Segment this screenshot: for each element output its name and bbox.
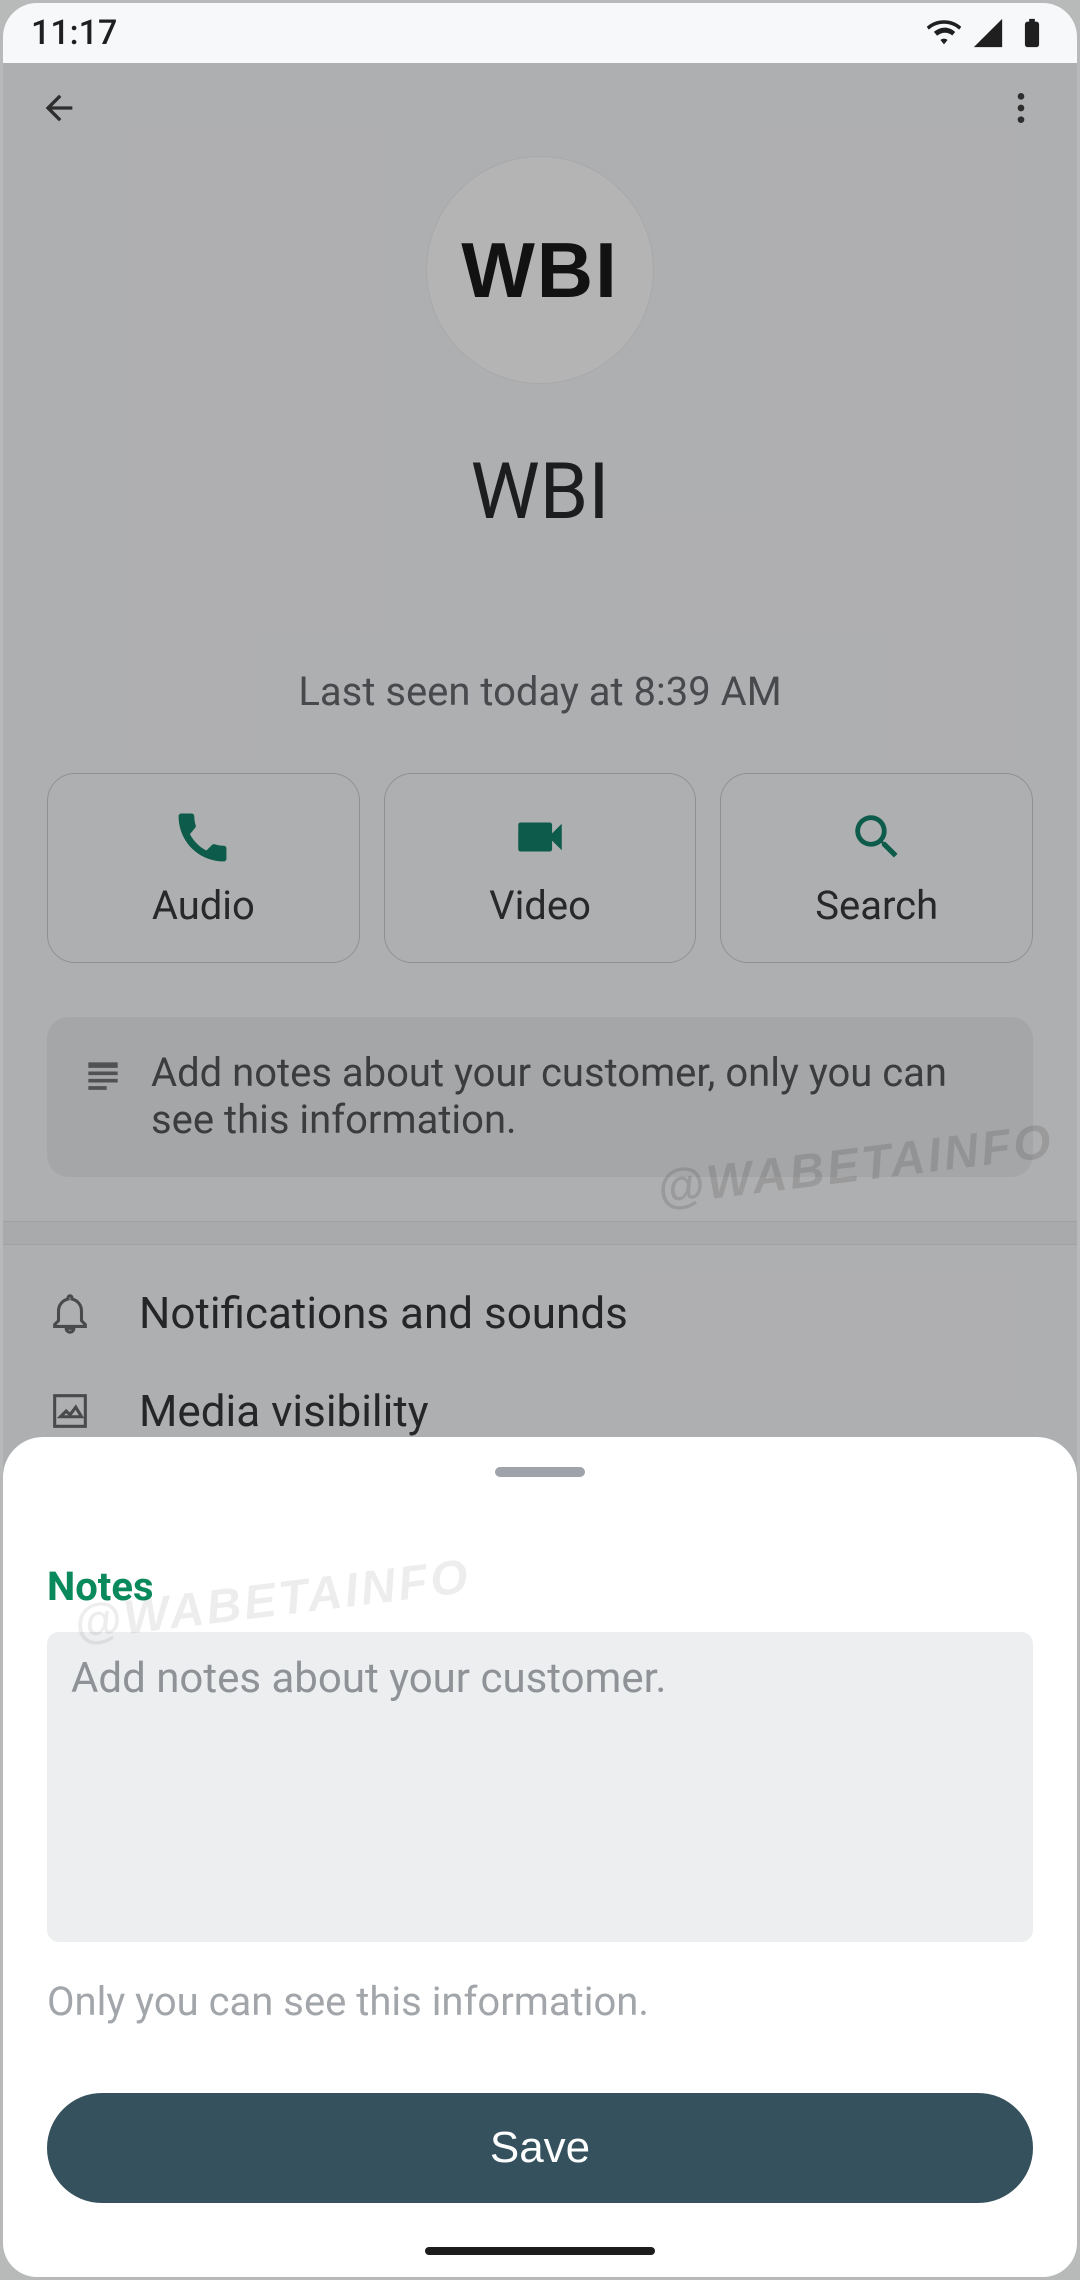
- sheet-grab-handle[interactable]: [495, 1467, 585, 1477]
- avatar-text: WBI: [461, 225, 619, 316]
- phone-icon: [174, 808, 232, 866]
- media-visibility-label: Media visibility: [139, 1385, 429, 1437]
- search-icon: [848, 808, 906, 866]
- audio-label: Audio: [152, 882, 255, 929]
- content: WBI WBI Last seen today at 8:39 AM Audio…: [3, 63, 1077, 2277]
- arrow-left-icon: [39, 88, 79, 128]
- status-time: 11:17: [31, 13, 117, 53]
- more-vert-icon: [1001, 88, 1041, 128]
- status-bar: 11:17: [3, 3, 1077, 63]
- top-bar: [3, 63, 1077, 153]
- sheet-hint: Only you can see this information.: [47, 1978, 1033, 2025]
- video-label: Video: [489, 882, 591, 929]
- action-row: Audio Video Search: [3, 773, 1077, 963]
- overflow-button[interactable]: [989, 76, 1053, 140]
- notes-banner[interactable]: Add notes about your customer, only you …: [47, 1017, 1033, 1177]
- screen: 11:17 WBI WBI Last seen today at 8:39 AM: [3, 3, 1077, 2277]
- audio-call-button[interactable]: Audio: [47, 773, 360, 963]
- notes-bottom-sheet: @WABETAINFO Notes Only you can see this …: [3, 1437, 1077, 2277]
- bell-icon: [47, 1290, 93, 1336]
- search-label: Search: [815, 882, 938, 929]
- avatar[interactable]: WBI: [427, 157, 653, 383]
- video-icon: [511, 808, 569, 866]
- sheet-title: Notes: [47, 1563, 1033, 1610]
- battery-icon: [1015, 16, 1049, 50]
- profile-header: WBI WBI Last seen today at 8:39 AM: [3, 153, 1077, 715]
- back-button[interactable]: [27, 76, 91, 140]
- video-call-button[interactable]: Video: [384, 773, 697, 963]
- notes-banner-text: Add notes about your customer, only you …: [151, 1049, 999, 1143]
- notes-icon: [81, 1055, 125, 1099]
- last-seen: Last seen today at 8:39 AM: [298, 668, 781, 715]
- contact-name: WBI: [470, 447, 609, 538]
- save-button[interactable]: Save: [47, 2093, 1033, 2203]
- status-icons: [927, 16, 1049, 50]
- nav-gesture-bar[interactable]: [425, 2247, 655, 2255]
- notifications-label: Notifications and sounds: [139, 1287, 628, 1339]
- search-button[interactable]: Search: [720, 773, 1033, 963]
- notifications-row[interactable]: Notifications and sounds: [3, 1245, 1077, 1381]
- notes-input[interactable]: [47, 1632, 1033, 1942]
- section-divider: [3, 1221, 1077, 1245]
- image-icon: [47, 1388, 93, 1434]
- wifi-icon: [927, 16, 961, 50]
- signal-icon: [971, 16, 1005, 50]
